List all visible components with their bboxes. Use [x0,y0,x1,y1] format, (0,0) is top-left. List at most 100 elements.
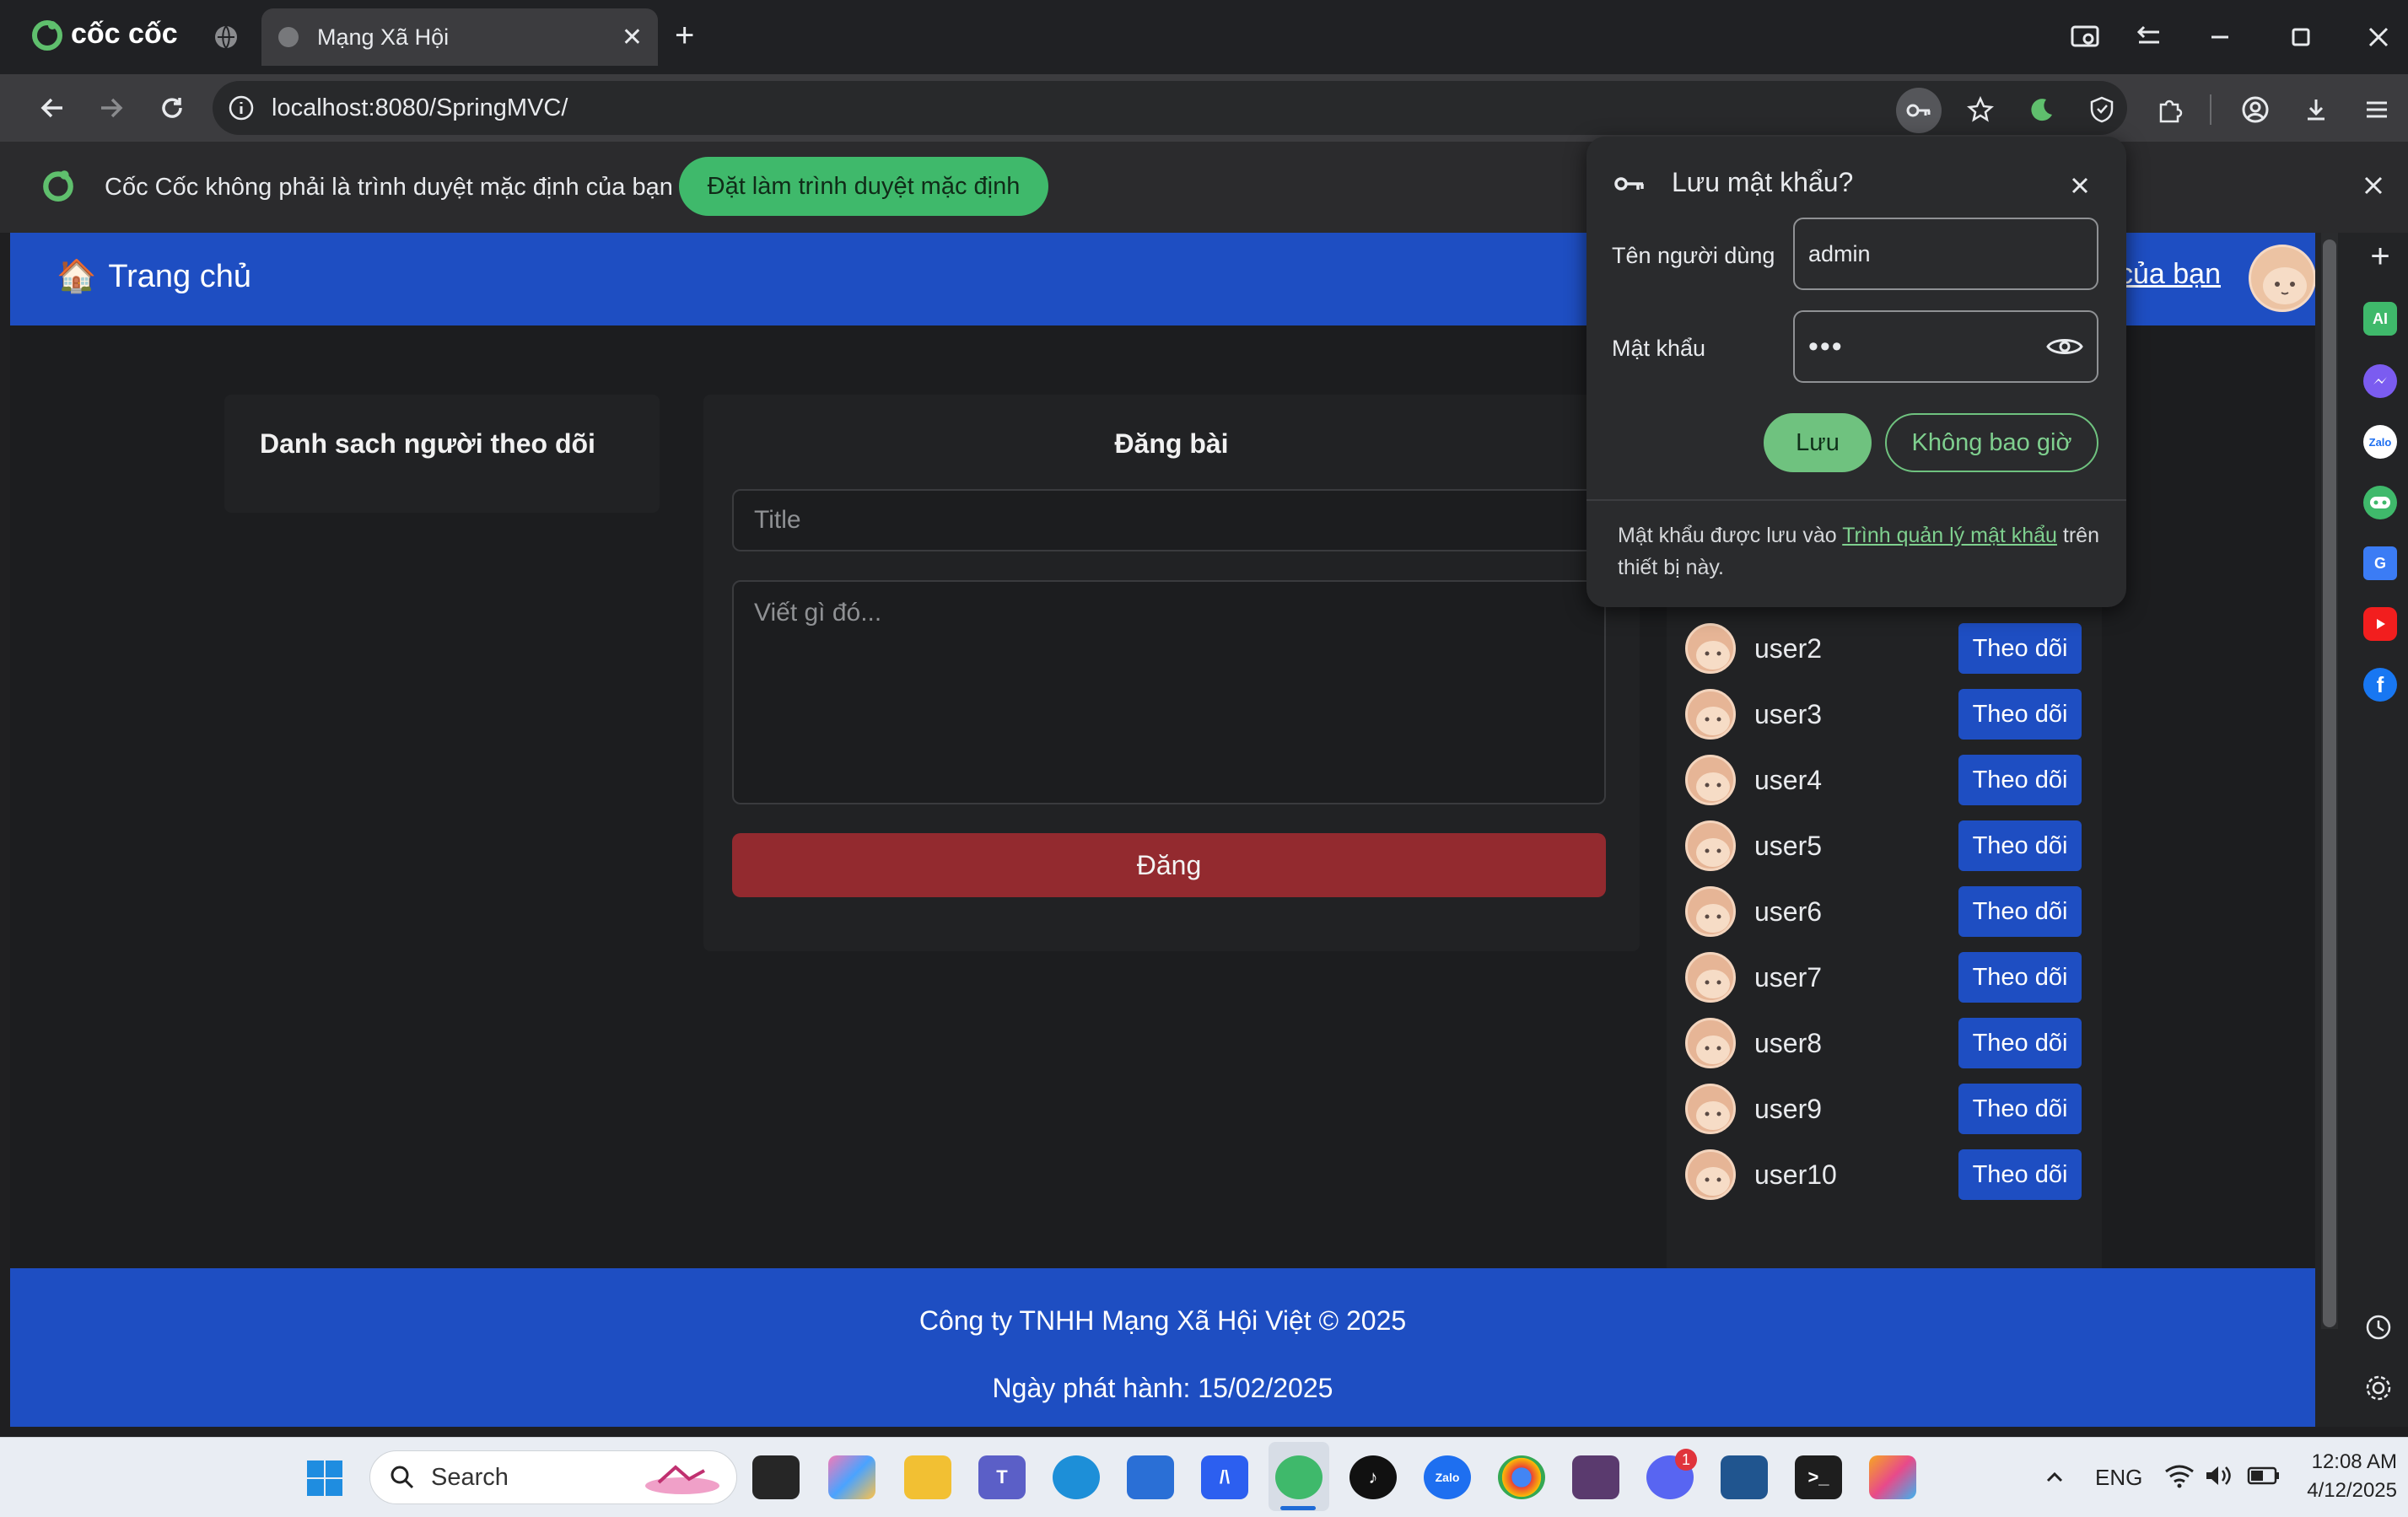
globe-icon[interactable] [213,24,240,51]
username[interactable]: user9 [1754,1094,1958,1125]
username[interactable]: user5 [1754,831,1958,862]
follow-button[interactable]: Theo dõi [1958,1084,2082,1134]
menu-icon[interactable] [2355,88,2399,132]
username[interactable]: user8 [1754,1028,1958,1059]
avatar[interactable] [1685,1018,1736,1068]
vs-code-icon[interactable]: /\ [1201,1455,1248,1499]
save-password-button[interactable]: Lưu [1764,413,1872,472]
username[interactable]: user6 [1754,896,1958,928]
address-bar[interactable]: localhost:8080/SpringMVC/ [213,81,2127,135]
translate-icon[interactable]: G [2363,546,2397,580]
history-icon[interactable] [2363,1312,2394,1342]
ai-icon[interactable]: AI [2363,302,2397,336]
shield-icon[interactable] [2080,88,2124,132]
maximize-icon[interactable] [2284,20,2318,54]
plus-icon[interactable]: + [2363,238,2397,275]
battery-icon[interactable] [2247,1464,2281,1487]
windows-start-icon[interactable] [305,1459,344,1498]
avatar[interactable] [1685,952,1736,1003]
avatar[interactable] [1685,623,1736,674]
follow-button[interactable]: Theo dõi [1958,1149,2082,1200]
avatar[interactable] [1685,820,1736,871]
avatar[interactable] [1685,886,1736,937]
settings-icon[interactable] [2363,1373,2394,1403]
tiktok-icon[interactable]: ♪ [1349,1455,1397,1499]
scrollbar-thumb[interactable] [2323,239,2336,1327]
extensions-icon[interactable] [2147,88,2191,132]
terminal-icon[interactable]: >_ [1795,1455,1842,1499]
window-close-icon[interactable] [2362,20,2395,54]
url-text[interactable]: localhost:8080/SpringMVC/ [272,94,568,122]
wifi-icon[interactable] [2164,1462,2195,1489]
volume-icon[interactable] [2203,1462,2233,1489]
game-icon[interactable] [2363,486,2397,519]
home-link[interactable]: 🏠 Trang chủ [57,258,251,295]
profile-nav-link[interactable]: của bạn [2119,258,2221,291]
edge-icon[interactable] [1053,1455,1100,1499]
facebook-icon[interactable]: f [2363,668,2397,702]
chrome-icon[interactable] [1498,1455,1545,1499]
tab-strip-icon[interactable] [2132,20,2166,54]
task-view-icon[interactable] [752,1455,800,1499]
coccoc-taskbar-icon[interactable] [1275,1455,1323,1499]
game-launcher-icon[interactable] [1572,1455,1619,1499]
follow-button[interactable]: Theo dõi [1958,755,2082,805]
file-explorer-icon[interactable] [904,1455,951,1499]
username[interactable]: user2 [1754,633,1958,664]
username[interactable]: user3 [1754,699,1958,730]
password-key-icon[interactable] [1896,88,1942,133]
bookmark-star-icon[interactable] [1958,88,2002,132]
reload-icon[interactable] [150,86,194,130]
follow-button[interactable]: Theo dõi [1958,623,2082,674]
avatar[interactable] [1685,755,1736,805]
show-password-eye-icon[interactable] [2046,333,2083,360]
gemini-app-icon[interactable] [1869,1455,1916,1499]
store-icon[interactable] [1127,1455,1174,1499]
avatar[interactable] [2249,245,2315,312]
messenger-icon[interactable] [2363,364,2397,398]
clock-date[interactable]: 4/12/2025 [2299,1479,2397,1503]
follow-button[interactable]: Theo dõi [1958,820,2082,871]
post-content-input[interactable] [732,580,1606,804]
tab-active[interactable]: Mạng Xã Hội ✕ [261,8,658,66]
dialog-close-icon[interactable] [2066,172,2093,199]
username[interactable]: user7 [1754,962,1958,993]
post-title-input[interactable] [732,489,1606,551]
never-save-button[interactable]: Không bao giờ [1885,413,2098,472]
forward-icon[interactable] [89,86,133,130]
language-indicator[interactable]: ENG [2095,1465,2142,1491]
taskbar-search[interactable]: Search [369,1450,737,1504]
site-info-icon[interactable] [228,94,255,121]
post-submit-button[interactable]: Đăng [732,833,1606,897]
download-icon[interactable] [2294,88,2338,132]
password-field[interactable]: ••• [1793,310,2098,383]
follow-button[interactable]: Theo dõi [1958,689,2082,740]
coccoc-logo[interactable]: cốc cốc [30,17,178,51]
profile-icon[interactable] [2233,88,2277,132]
back-icon[interactable] [30,86,74,130]
set-default-browser-button[interactable]: Đặt làm trình duyệt mặc định [679,157,1048,216]
follow-button[interactable]: Theo dõi [1958,952,2082,1003]
dark-mode-icon[interactable] [2019,88,2063,132]
youtube-icon[interactable] [2363,607,2397,641]
chevron-up-icon[interactable] [2041,1464,2068,1491]
infobar-close-icon[interactable] [2358,170,2389,201]
clock-time[interactable]: 12:08 AM [2308,1450,2397,1474]
teams-icon[interactable]: T [978,1455,1026,1499]
password-manager-link[interactable]: Trình quản lý mật khẩu [1842,524,2057,547]
zalo-taskbar-icon[interactable]: Zalo [1424,1455,1471,1499]
new-tab-icon[interactable]: + [675,17,694,55]
avatar[interactable] [1685,1149,1736,1200]
username-field[interactable] [1793,218,2098,290]
follow-button[interactable]: Theo dõi [1958,886,2082,937]
minimize-icon[interactable] [2203,20,2237,54]
copilot-icon[interactable] [828,1455,875,1499]
username[interactable]: user10 [1754,1159,1958,1191]
follow-button[interactable]: Theo dõi [1958,1018,2082,1068]
mysql-workbench-icon[interactable] [1721,1455,1768,1499]
tab-close-icon[interactable]: ✕ [622,23,643,52]
avatar[interactable] [1685,689,1736,740]
avatar[interactable] [1685,1084,1736,1134]
zalo-icon[interactable]: Zalo [2363,425,2397,459]
username[interactable]: user4 [1754,765,1958,796]
